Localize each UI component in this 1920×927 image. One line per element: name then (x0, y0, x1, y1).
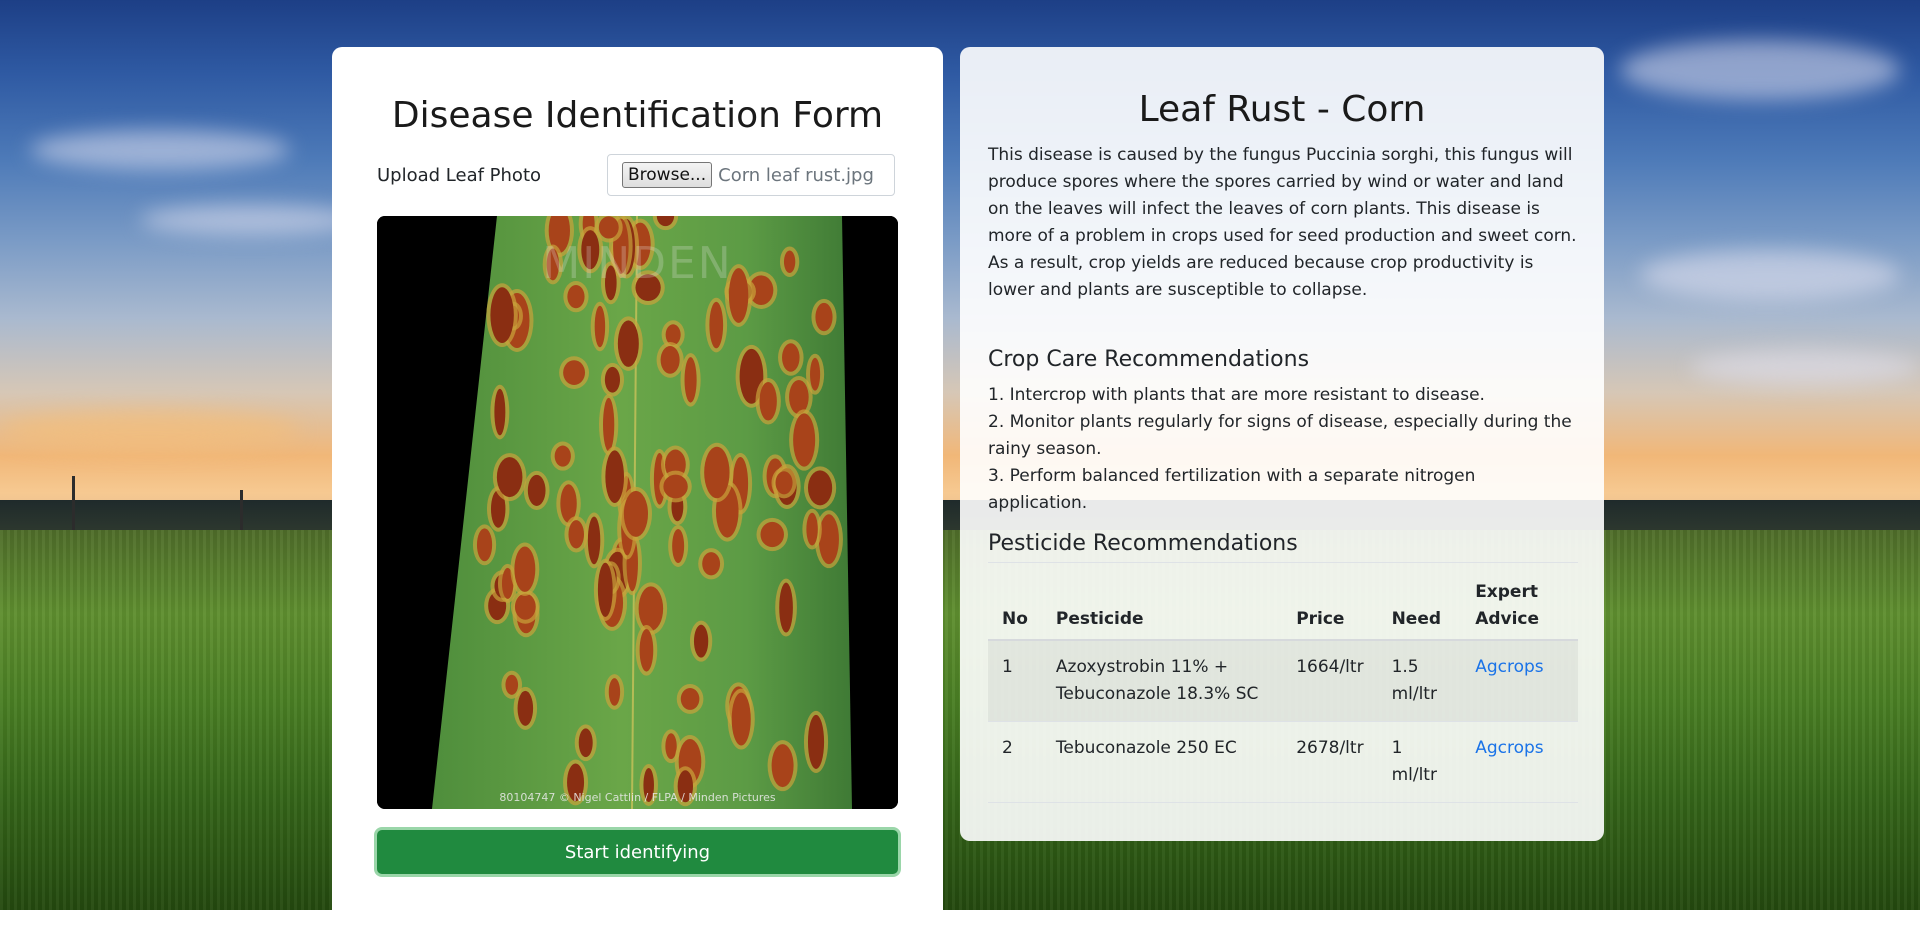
photo-watermark: MINDEN (542, 238, 733, 289)
cloud (1690, 350, 1920, 385)
pesticide-table: No Pesticide Price Need Expert Advice 1 … (988, 570, 1578, 803)
care-item: 2. Monitor plants regularly for signs of… (988, 412, 1572, 459)
cell-pesticide: Azoxystrobin 11% + Tebuconazole 18.3% SC (1041, 640, 1283, 722)
result-card: Leaf Rust - Corn This disease is caused … (960, 47, 1604, 841)
form-title: Disease Identification Form (391, 95, 884, 136)
cell-price: 2678/ltr (1282, 721, 1378, 803)
cell-price: 1664/ltr (1282, 640, 1378, 722)
leaf-photo-preview: MINDEN 80104747 © Nigel Cattlin / FLPA /… (377, 216, 898, 809)
cell-advice: Agcrops (1461, 721, 1578, 803)
column-header-expert-advice: Expert Advice (1461, 570, 1578, 641)
cell-pesticide: Tebuconazole 250 EC (1041, 721, 1283, 803)
leaf-image (377, 216, 898, 809)
disease-description: This disease is caused by the fungus Puc… (988, 145, 1577, 300)
table-row: 1 Azoxystrobin 11% + Tebuconazole 18.3% … (988, 640, 1578, 722)
cell-advice: Agcrops (1461, 640, 1578, 722)
cloud (30, 130, 290, 170)
care-recommendations-list: 1. Intercrop with plants that are more r… (988, 382, 1578, 517)
selected-file-name: Corn leaf rust.jpg (718, 164, 874, 186)
cloud (1640, 250, 1900, 300)
care-heading: Crop Care Recommendations (988, 347, 1310, 372)
column-header-price: Price (1282, 570, 1378, 641)
table-row: 2 Tebuconazole 250 EC 2678/ltr 1 ml/ltr … (988, 721, 1578, 803)
pesticide-heading: Pesticide Recommendations (988, 531, 1298, 556)
care-item: 1. Intercrop with plants that are more r… (988, 385, 1485, 405)
care-item: 3. Perform balanced fertilization with a… (988, 466, 1476, 513)
cell-need: 1 ml/ltr (1377, 721, 1462, 803)
start-identifying-button[interactable]: Start identifying (377, 830, 898, 874)
photo-credit: 80104747 © Nigel Cattlin / FLPA / Minden… (499, 791, 776, 804)
cloud (1620, 40, 1900, 100)
expert-advice-link[interactable]: Agcrops (1475, 738, 1543, 758)
disease-title: Leaf Rust - Corn (1138, 89, 1426, 130)
expert-advice-link[interactable]: Agcrops (1475, 657, 1543, 677)
cell-need: 1.5 ml/ltr (1377, 640, 1462, 722)
cloud (140, 205, 360, 235)
cell-no: 1 (988, 640, 1042, 722)
identification-form-card: Disease Identification Form Upload Leaf … (332, 47, 943, 927)
column-header-no: No (988, 570, 1042, 641)
cell-no: 2 (988, 721, 1042, 803)
power-pylon (72, 476, 75, 536)
cloud (0, 410, 300, 450)
column-header-need: Need (1377, 570, 1462, 641)
divider (988, 562, 1578, 563)
table-header-row: No Pesticide Price Need Expert Advice (988, 570, 1578, 641)
column-header-pesticide: Pesticide (1041, 570, 1283, 641)
upload-label: Upload Leaf Photo (377, 165, 542, 186)
browse-button[interactable]: Browse... (622, 162, 713, 188)
file-upload-input[interactable]: Browse... Corn leaf rust.jpg (607, 154, 895, 196)
